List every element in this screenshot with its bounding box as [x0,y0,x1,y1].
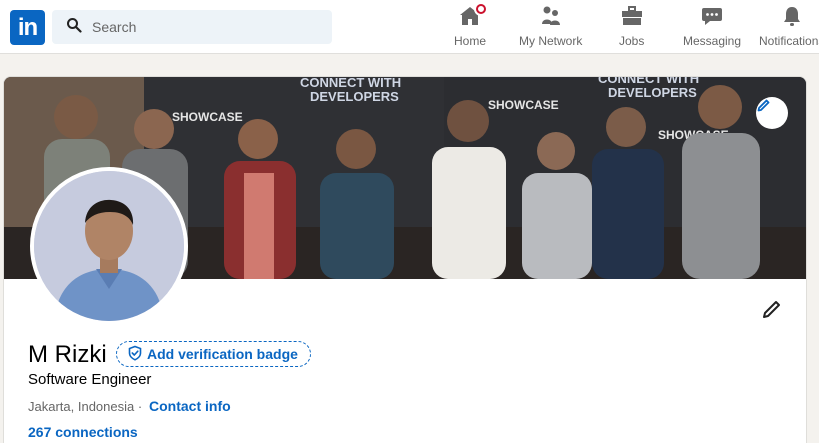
nav-notifications-label: Notifications [759,34,819,48]
linkedin-logo[interactable]: in [10,10,45,45]
shield-check-icon [127,345,147,364]
search-input[interactable] [92,19,312,35]
home-icon [458,2,488,28]
briefcase-icon [620,4,644,28]
nav-jobs[interactable]: Jobs [619,4,644,52]
nav-jobs-label: Jobs [619,34,645,48]
notification-dot [474,2,488,16]
nav-home[interactable]: Home [454,2,488,52]
banner-text-3: SHOWCASE [172,110,243,124]
banner-text-4: SHOWCASE [488,98,559,112]
banner-text-2: DEVELOPERS [310,89,399,104]
people-icon [539,4,563,28]
nav-messaging[interactable]: Messaging [683,4,741,52]
bell-icon [780,4,804,28]
profile-location: Jakarta, Indonesia · [28,399,142,414]
add-verification-badge-label: Add verification badge [147,346,298,362]
banner-text-6: DEVELOPERS [608,85,697,100]
location-text: Jakarta, Indonesia [28,399,135,414]
contact-info-link[interactable]: Contact info [149,398,231,414]
search-bar[interactable] [52,10,332,44]
nav-notifications[interactable]: Notifications [759,4,819,52]
profile-card: CONNECT WITH DEVELOPERS SHOWCASE SHOWCAS… [3,76,807,443]
top-nav: in Home My Network Jobs Messaging [0,0,819,54]
nav-home-label: Home [454,34,487,48]
nav-my-network-label: My Network [519,34,583,48]
profile-avatar[interactable] [30,167,188,325]
edit-banner-button[interactable] [756,97,788,129]
profile-name: M Rizki [28,341,107,368]
nav-my-network[interactable]: My Network [519,4,582,52]
connections-link[interactable]: 267 connections [28,424,138,440]
profile-headline: Software Engineer [28,371,152,388]
chat-icon [700,4,724,28]
separator-dot: · [137,399,143,414]
search-icon [66,17,82,38]
nav-messaging-label: Messaging [683,34,742,48]
pencil-icon [761,298,783,325]
edit-intro-button[interactable] [758,297,786,325]
add-verification-badge-button[interactable]: Add verification badge [116,341,311,367]
